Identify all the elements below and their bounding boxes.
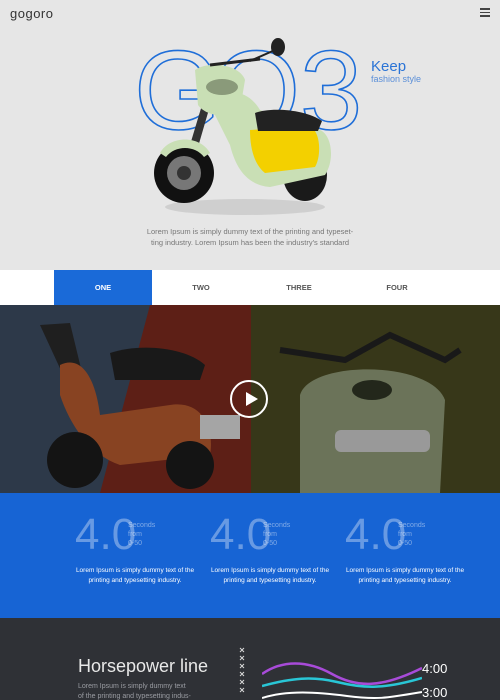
stat-label: Seconds from 0-50: [263, 521, 290, 548]
stats-section: 4.0 Seconds from 0-50 Lorem Ipsum is sim…: [0, 493, 500, 618]
stat-card: 4.0 Seconds from 0-50 Lorem Ipsum is sim…: [60, 511, 210, 601]
stat-card: 4.0 Seconds from 0-50 Lorem Ipsum is sim…: [195, 511, 345, 601]
brand-logo[interactable]: gogoro: [10, 6, 53, 21]
stat-label-line: Seconds: [128, 522, 156, 529]
stat-text-line: Lorem Ipsum is simply dummy text of the: [345, 567, 465, 574]
tab-one[interactable]: ONE: [54, 270, 152, 305]
fashion-subheading: fashion style: [371, 74, 422, 84]
stat-value: 4.0: [345, 510, 407, 559]
stat-text-line: Lorem Ipsum is simply dummy text of the: [75, 567, 195, 574]
horsepower-description: Lorem Ipsum is simply dummy text of the …: [78, 682, 208, 700]
stat-text-line: printing and typesetting industry.: [223, 577, 317, 584]
play-button-icon[interactable]: [230, 380, 268, 418]
keep-heading: Keep: [371, 58, 407, 75]
stat-value: 4.0: [75, 510, 137, 559]
stat-text-line: printing and typesetting industry.: [358, 577, 452, 584]
stat-text-line: printing and typesetting industry.: [88, 577, 182, 584]
tab-bar: ONE TWO THREE FOUR: [0, 270, 500, 305]
hero-description: Lorem Ipsum is simply dummy text of the …: [140, 226, 360, 248]
stat-label: Seconds from 0-50: [398, 521, 425, 548]
stat-value: 4.0: [210, 510, 272, 559]
stat-label: Seconds from 0-50: [128, 521, 155, 548]
stat-label-line: from: [128, 531, 142, 538]
stat-text: Lorem Ipsum is simply dummy text of the …: [60, 566, 210, 586]
stat-text: Lorem Ipsum is simply dummy text of the …: [195, 566, 345, 586]
tab-three[interactable]: THREE: [250, 270, 348, 305]
tab-two[interactable]: TWO: [152, 270, 250, 305]
hero-section: gogoro G O 3 Keep fashion style Lorem Ip…: [0, 0, 500, 270]
horsepower-description-line: of the printing and typesetting indus-: [78, 693, 191, 700]
stat-text: Lorem Ipsum is simply dummy text of the …: [330, 566, 480, 586]
hamburger-menu-icon[interactable]: [480, 8, 490, 17]
scooter-image: [154, 38, 332, 215]
stat-label-line: Seconds: [263, 522, 291, 529]
stat-label-line: 0-50: [128, 540, 143, 547]
stat-label-line: from: [263, 531, 277, 538]
axis-ticks: [239, 647, 245, 693]
stat-label-line: from: [398, 531, 412, 538]
horsepower-section: Horsepower line Lorem Ipsum is simply du…: [0, 618, 500, 700]
horsepower-reading: 3:00: [422, 685, 448, 700]
horsepower-title: Horsepower line: [78, 656, 209, 676]
stat-text-line: Lorem Ipsum is simply dummy text of the: [210, 567, 330, 574]
stat-label-line: Seconds: [398, 522, 426, 529]
stat-card: 4.0 Seconds from 0-50 Lorem Ipsum is sim…: [330, 511, 480, 601]
stat-label-line: 0-50: [398, 540, 413, 547]
hero-description-line: Lorem Ipsum is simply dummy text of the …: [146, 227, 354, 236]
tab-four[interactable]: FOUR: [348, 270, 446, 305]
horsepower-description-line: Lorem Ipsum is simply dummy text: [78, 683, 186, 690]
horsepower-line-graphic: [262, 662, 422, 700]
hero-description-line: ting industry. Lorem Ipsum has been the …: [150, 238, 350, 247]
horsepower-reading: 4:00: [422, 661, 448, 676]
stat-label-line: 0-50: [263, 540, 278, 547]
